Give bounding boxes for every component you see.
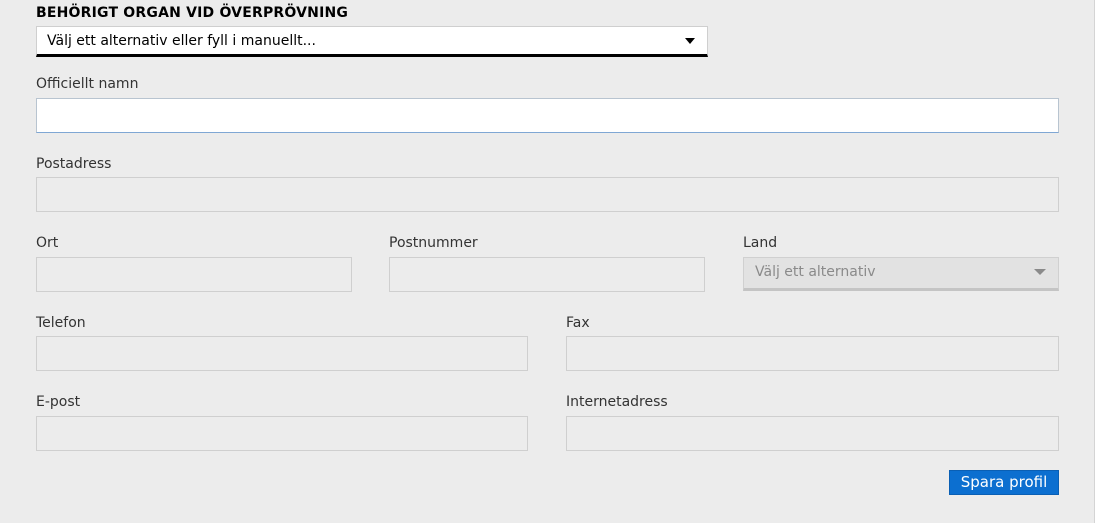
official-name-label: Officiellt namn bbox=[36, 76, 139, 92]
save-profile-button[interactable]: Spara profil bbox=[949, 470, 1059, 495]
email-input[interactable] bbox=[36, 416, 528, 451]
city-input[interactable] bbox=[36, 257, 352, 292]
section-title: BEHÖRIGT ORGAN VID ÖVERPRÖVNING bbox=[36, 5, 349, 21]
postal-code-label: Postnummer bbox=[389, 235, 478, 251]
country-select-value: Välj ett alternativ bbox=[755, 264, 876, 280]
caret-down-icon bbox=[685, 38, 695, 44]
email-label: E-post bbox=[36, 394, 81, 410]
website-input[interactable] bbox=[566, 416, 1059, 451]
country-label: Land bbox=[743, 235, 778, 251]
postal-address-label: Postadress bbox=[36, 156, 112, 172]
caret-down-icon bbox=[1034, 269, 1046, 275]
fax-label: Fax bbox=[566, 315, 590, 331]
website-label: Internetadress bbox=[566, 394, 668, 410]
city-label: Ort bbox=[36, 235, 59, 251]
postal-code-input[interactable] bbox=[389, 257, 705, 292]
country-select[interactable]: Välj ett alternativ bbox=[743, 257, 1059, 291]
official-name-input[interactable] bbox=[36, 98, 1059, 133]
phone-input[interactable] bbox=[36, 336, 528, 371]
organ-select[interactable]: Välj ett alternativ eller fyll i manuell… bbox=[36, 26, 708, 57]
phone-label: Telefon bbox=[36, 315, 86, 331]
organ-select-value: Välj ett alternativ eller fyll i manuell… bbox=[47, 33, 316, 49]
postal-address-input[interactable] bbox=[36, 177, 1059, 212]
fax-input[interactable] bbox=[566, 336, 1059, 371]
